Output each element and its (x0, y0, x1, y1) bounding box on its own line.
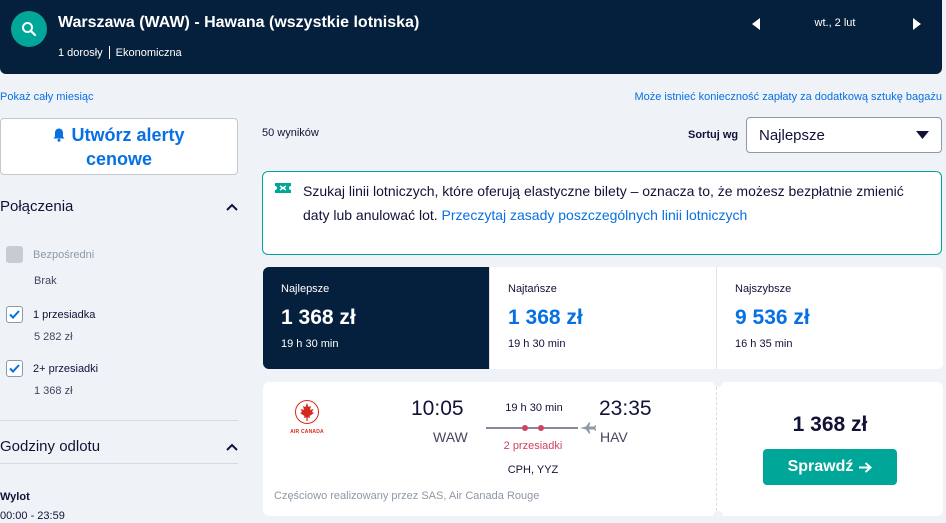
passengers-label: 1 dorosły (58, 46, 103, 59)
date-label[interactable]: wt., 2 lut (790, 17, 880, 29)
caret-right-icon (913, 18, 921, 30)
tab-name: Najtańsze (508, 283, 557, 295)
one-stop-price: 5 282 zł (34, 331, 73, 343)
direct-checkbox (6, 246, 23, 263)
tab-duration: 19 h 30 min (281, 338, 339, 350)
trip-details: 1 dorosły Ekonomiczna (58, 46, 182, 59)
airline-rules-link[interactable]: Przeczytaj zasady poszczególnych linii l… (442, 207, 748, 223)
direct-label: Bezpośredni (33, 248, 95, 261)
direct-price: Brak (34, 275, 57, 287)
tab-name: Najszybsze (735, 283, 792, 295)
arrival-airport: HAV (600, 429, 628, 445)
stopover-airports: CPH, YYZ (507, 464, 559, 476)
stop-dot (522, 425, 528, 431)
flight-result-card[interactable]: AIR CANADA 10:05 WAW 19 h 30 min 2 przes… (263, 377, 943, 521)
tab-duration: 19 h 30 min (508, 338, 566, 350)
ticket-notch (713, 511, 723, 521)
sort-dropdown[interactable]: Najlepsze (746, 117, 942, 153)
sidebar-divider (0, 463, 238, 464)
checkmark-icon (9, 364, 20, 373)
sidebar-divider (0, 420, 238, 421)
tab-price: 1 368 zł (281, 306, 356, 329)
tab-cheapest[interactable]: Najtańsze 1 368 zł 19 h 30 min (489, 267, 716, 369)
create-price-alert-button[interactable]: Utwórz alerty cenowe (0, 118, 238, 175)
search-button[interactable] (11, 11, 47, 47)
departure-times-title: Godziny odlotu (0, 438, 101, 455)
alert-label-line2: cenowe (85, 148, 153, 169)
show-month-link[interactable]: Pokaż cały miesiąc (0, 91, 94, 103)
chevron-up-icon (226, 203, 238, 211)
next-date-button[interactable] (911, 16, 923, 32)
stop-dot (538, 425, 544, 431)
tab-price: 9 536 zł (735, 306, 810, 329)
caret-down-icon (916, 131, 929, 139)
previous-date-button[interactable] (750, 16, 762, 32)
route-line (486, 422, 596, 434)
airline-logo: AIR CANADA (287, 400, 327, 435)
search-icon (22, 22, 37, 37)
two-plus-stops-label: 2+ przesiadki (33, 362, 99, 375)
two-plus-stops-checkbox[interactable] (6, 360, 23, 377)
departure-airport: WAW (433, 429, 468, 445)
sort-label: Sortuj wg (688, 129, 739, 141)
maple-leaf-icon (295, 400, 319, 424)
stops-count: 2 przesiadki (503, 440, 563, 452)
results-count: 50 wyników (262, 127, 319, 139)
tab-best[interactable]: Najlepsze 1 368 zł 19 h 30 min (263, 267, 489, 369)
ticket-icon (275, 183, 291, 193)
flexible-tickets-info: Szukaj linii lotniczych, które oferują e… (262, 171, 942, 255)
checkmark-icon (9, 310, 20, 319)
price-panel: 1 368 zł Sprawdź (717, 382, 943, 516)
connections-title: Połączenia (0, 198, 74, 215)
bell-icon (53, 128, 65, 142)
operated-by-note: Częściowo realizowany przez SAS, Air Can… (274, 490, 540, 502)
chevron-up-icon (226, 443, 238, 451)
baggage-info-link[interactable]: Może istnieć konieczność zapłaty za doda… (634, 91, 942, 103)
sort-value: Najlepsze (759, 126, 825, 144)
plane-icon (580, 422, 596, 434)
ticket-notch (713, 377, 723, 387)
flight-duration: 19 h 30 min (505, 402, 563, 414)
caret-left-icon (752, 18, 760, 30)
one-stop-label: 1 przesiadka (33, 308, 96, 321)
filter-direct: Bezpośredni (6, 246, 94, 263)
one-stop-checkbox[interactable] (6, 306, 23, 323)
tab-fastest[interactable]: Najszybsze 9 536 zł 16 h 35 min (716, 267, 943, 369)
sort-tabs: Najlepsze 1 368 zł 19 h 30 min Najtańsze… (263, 267, 943, 369)
arrow-right-icon (859, 461, 873, 473)
arrival-time: 23:35 (599, 397, 652, 420)
filter-one-stop[interactable]: 1 przesiadka (6, 306, 95, 323)
tab-duration: 16 h 35 min (735, 338, 793, 350)
check-deal-button[interactable]: Sprawdź (763, 449, 897, 485)
flight-price: 1 368 zł (792, 413, 868, 436)
tab-name: Najlepsze (281, 283, 330, 295)
filter-two-plus-stops[interactable]: 2+ przesiadki (6, 360, 98, 377)
separator (108, 46, 110, 59)
airline-name: AIR CANADA (290, 429, 324, 435)
departure-time: 10:05 (411, 397, 464, 420)
departure-times-filter-header[interactable]: Godziny odlotu (0, 438, 238, 455)
connections-filter-header[interactable]: Połączenia (0, 198, 238, 215)
search-summary-bar: Warszawa (WAW) - Hawana (wszystkie lotni… (0, 0, 942, 74)
outbound-label: Wylot (0, 491, 30, 503)
flight-details[interactable]: AIR CANADA 10:05 WAW 19 h 30 min 2 przes… (263, 382, 717, 516)
alert-label-line1: Utwórz alerty (71, 124, 185, 145)
cabin-label: Ekonomiczna (115, 46, 182, 59)
tab-price: 1 368 zł (508, 306, 583, 329)
outbound-time-range: 00:00 - 23:59 (0, 510, 65, 522)
check-deal-label: Sprawdź (787, 458, 854, 475)
route-title[interactable]: Warszawa (WAW) - Hawana (wszystkie lotni… (58, 14, 419, 32)
two-plus-stops-price: 1 368 zł (34, 385, 73, 397)
